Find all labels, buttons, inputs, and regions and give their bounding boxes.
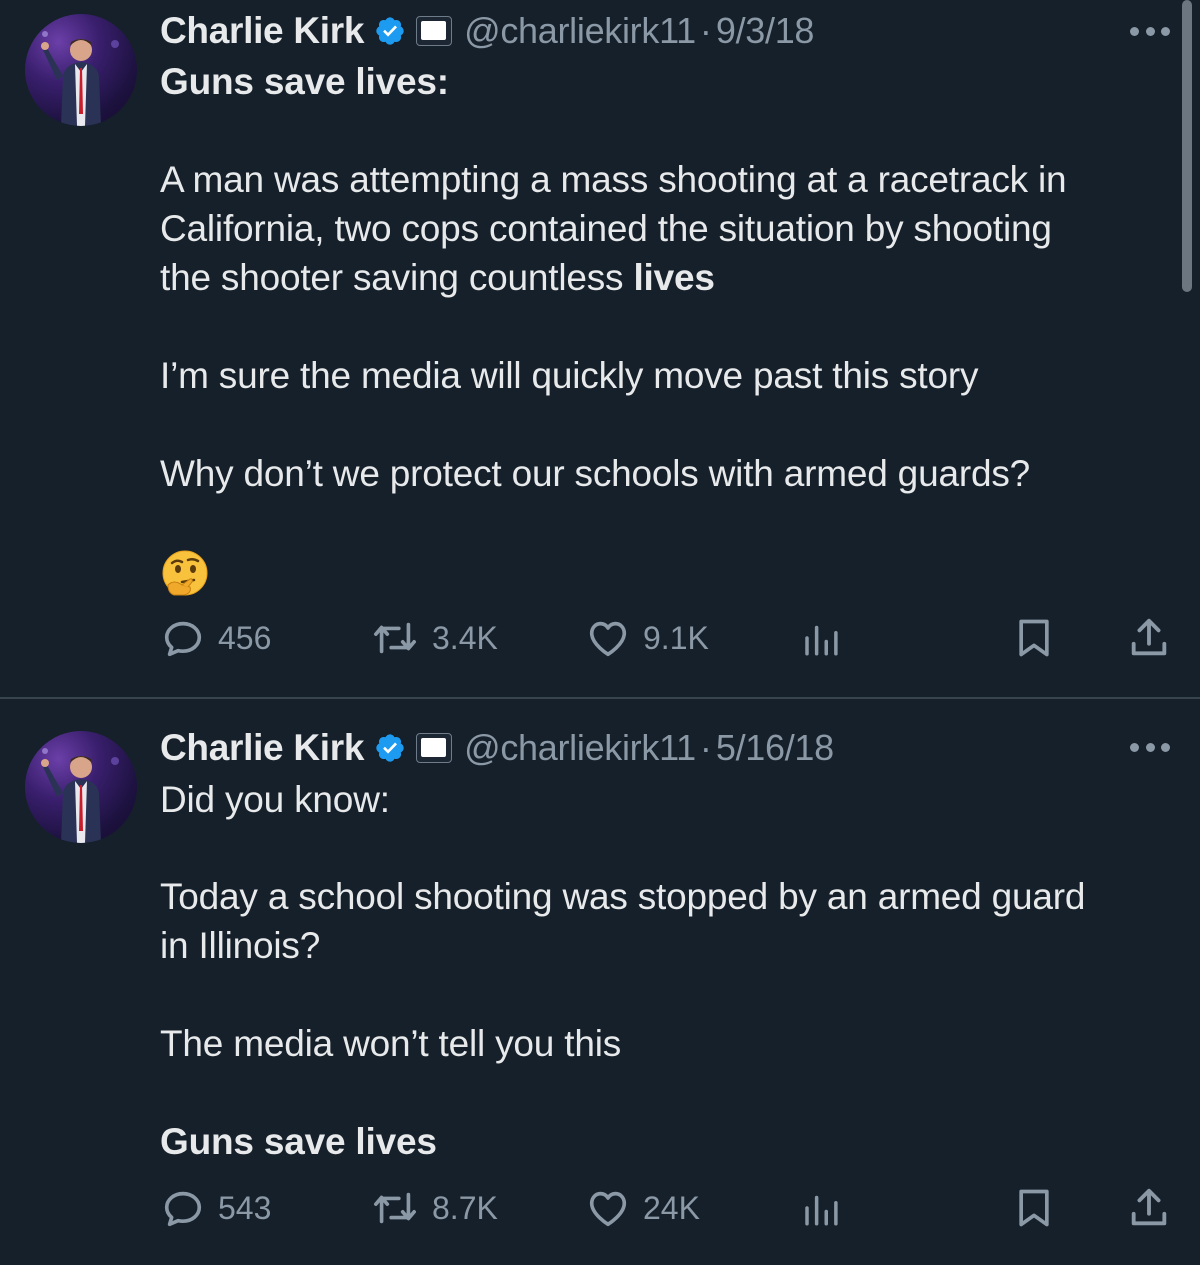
reply-count: 543 [218, 1189, 272, 1226]
tweet-actions: 543 8.7K 24K [160, 1183, 1172, 1233]
reply-icon [164, 621, 202, 657]
repost-button[interactable]: 8.7K [370, 1183, 498, 1233]
text-line: Did you know: [160, 779, 390, 820]
bold-text: lives [633, 257, 715, 298]
separator: · [699, 727, 712, 768]
text-line: Guns save lives: [160, 61, 449, 102]
verified-badge-icon[interactable] [374, 732, 406, 764]
timeline: Charlie Kirk @charliekirk11 · 9/3/18 Gun… [0, 0, 1200, 1265]
more-icon[interactable] [1130, 743, 1170, 753]
like-button[interactable]: 9.1K [585, 613, 709, 663]
repost-button[interactable]: 3.4K [370, 613, 498, 663]
separator: · [699, 10, 712, 51]
thinking-face-emoji [162, 550, 208, 596]
like-icon [589, 1191, 627, 1227]
affiliate-badge-icon[interactable] [416, 733, 453, 763]
text-line: the shooter saving countless lives [160, 253, 715, 302]
avatar[interactable] [25, 731, 137, 843]
more-icon[interactable] [1130, 27, 1170, 37]
views-button[interactable] [800, 613, 842, 663]
tweet-date[interactable]: 5/16/18 [716, 727, 834, 769]
like-count: 24K [643, 1189, 700, 1226]
reply-button[interactable]: 456 [160, 613, 271, 663]
reply-icon [164, 1191, 202, 1227]
share-button[interactable] [1126, 613, 1172, 663]
tweet-date[interactable]: 9/3/18 [716, 10, 815, 52]
text-line: I’m sure the media will quickly move pas… [160, 355, 979, 396]
bookmark-button[interactable] [1012, 613, 1056, 663]
text-line: A man was attempting a mass shooting at … [160, 159, 1067, 200]
reply-count: 456 [218, 619, 272, 656]
repost-icon [374, 1192, 416, 1224]
views-icon [805, 625, 838, 656]
text-line: Today a school shooting was stopped by a… [160, 876, 1086, 917]
affiliate-badge-icon[interactable] [416, 16, 453, 46]
repost-count: 3.4K [432, 619, 498, 656]
views-button[interactable] [800, 1183, 842, 1233]
author-name[interactable]: Charlie Kirk [160, 727, 364, 769]
share-button[interactable] [1126, 1183, 1172, 1233]
text-line: Guns save lives [160, 1121, 437, 1162]
repost-count: 8.7K [432, 1189, 498, 1226]
author-handle[interactable]: @charliekirk11 [464, 727, 696, 769]
author-handle[interactable]: @charliekirk11 [464, 10, 696, 52]
text-line: The media won’t tell you this [160, 1023, 622, 1064]
views-icon [805, 1195, 838, 1226]
tweet[interactable]: Charlie Kirk @charliekirk11 · 5/16/18 Di… [0, 699, 1200, 1265]
author-name[interactable]: Charlie Kirk [160, 10, 364, 52]
like-count: 9.1K [643, 619, 709, 656]
tweet[interactable]: Charlie Kirk @charliekirk11 · 9/3/18 Gun… [0, 0, 1200, 697]
tweet-actions: 456 3.4K 9.1K [160, 613, 1172, 663]
verified-badge-icon[interactable] [374, 15, 406, 47]
share-icon [1131, 618, 1167, 656]
text-segment: the shooter saving countless [160, 257, 634, 298]
repost-icon [374, 622, 416, 654]
share-icon [1131, 1188, 1167, 1226]
text-line: in Illinois? [160, 925, 321, 966]
text-line: California, two cops contained the situa… [160, 208, 1052, 249]
like-button[interactable]: 24K [585, 1183, 700, 1233]
bookmark-icon [1019, 1189, 1049, 1227]
bookmark-icon [1019, 619, 1049, 657]
avatar[interactable] [25, 14, 137, 126]
tweet-header: Charlie Kirk @charliekirk11 · 5/16/18 [160, 727, 834, 769]
scrollbar[interactable] [1182, 0, 1192, 292]
reply-button[interactable]: 543 [160, 1183, 271, 1233]
text-line: Why don’t we protect our schools with ar… [160, 453, 1030, 494]
like-icon [589, 621, 627, 657]
tweet-header: Charlie Kirk @charliekirk11 · 9/3/18 [160, 10, 815, 52]
bookmark-button[interactable] [1012, 1183, 1056, 1233]
